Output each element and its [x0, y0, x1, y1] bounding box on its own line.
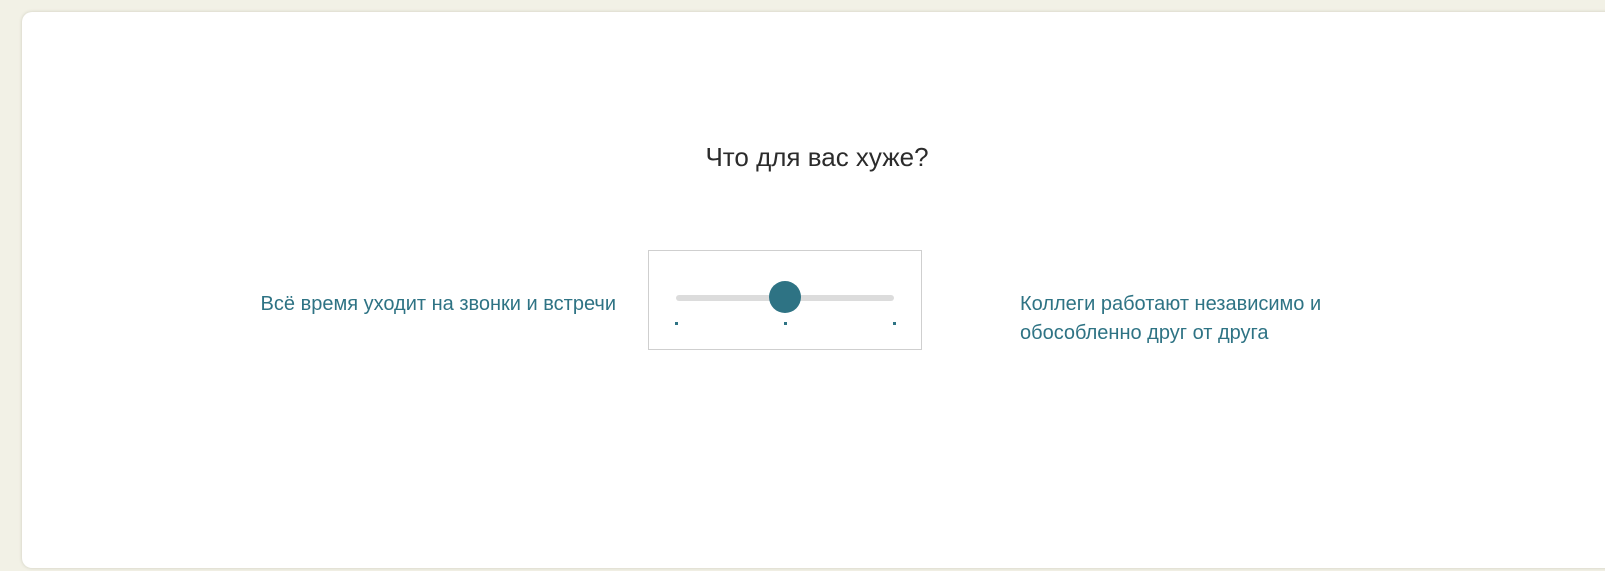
- question-title: Что для вас хуже?: [705, 142, 929, 172]
- option-right-label: Коллеги работают независимо и обособленн…: [1020, 293, 1322, 344]
- slider-tick: [784, 322, 787, 325]
- option-left-label: Всё время уходит на звонки и встречи: [260, 293, 616, 315]
- preference-slider-box: [648, 250, 922, 350]
- slider-thumb[interactable]: [769, 281, 801, 313]
- slider-tick: [675, 322, 678, 325]
- slider-tick: [893, 322, 896, 325]
